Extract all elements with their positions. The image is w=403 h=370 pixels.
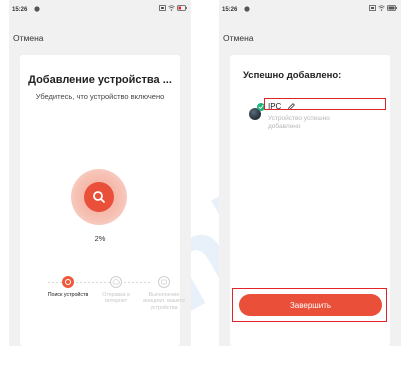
sim-icon <box>159 5 166 11</box>
search-button[interactable] <box>84 182 114 212</box>
sim-icon <box>369 5 376 11</box>
success-title: Успешно добавлено: <box>243 70 342 81</box>
step-dot-search <box>62 276 74 288</box>
cancel-link[interactable]: Отмена <box>223 33 254 43</box>
battery-icon <box>387 5 397 11</box>
finish-button[interactable]: Завершить <box>239 294 382 316</box>
step-label-send: Отправка в интернет <box>102 292 130 305</box>
status-icons <box>159 5 187 11</box>
status-icons <box>369 5 397 11</box>
step-dot-send <box>110 276 122 288</box>
status-bar: 15:26 <box>219 0 401 17</box>
notification-icon <box>244 6 250 12</box>
step-label-init: Выполнение инициал. вашего устройства <box>143 292 185 311</box>
device-icon <box>161 279 167 285</box>
device-name-highlight <box>264 98 386 110</box>
adding-device-card: Добавление устройства ... Убедитесь, что… <box>20 55 185 346</box>
page-title: Добавление устройства ... <box>28 74 172 86</box>
device-status: Устройство успешно добавлено <box>268 115 330 130</box>
wifi-icon <box>378 5 385 11</box>
status-bar: 15:26 <box>9 0 191 17</box>
phone-screen-adding: 15:26 Отмена Добавление устройства ... У… <box>9 0 191 346</box>
step-label-search: Поиск устройств <box>47 292 89 298</box>
notification-icon <box>34 6 40 12</box>
cancel-link[interactable]: Отмена <box>13 33 44 43</box>
wifi-icon <box>168 5 175 11</box>
status-time: 15:26 <box>12 7 28 13</box>
search-icon <box>93 191 105 203</box>
search-progress-ring <box>71 169 127 225</box>
battery-icon <box>177 5 187 11</box>
step-dot-init <box>158 276 170 288</box>
page-subtitle: Убедитесь, что устройство включено <box>35 92 165 101</box>
cloud-icon <box>112 278 120 285</box>
progress-percent: 2% <box>94 234 106 243</box>
status-time: 15:26 <box>222 7 238 13</box>
success-card: Успешно добавлено: IPC Устройство успешн… <box>230 55 390 346</box>
phone-screen-success: 15:26 Отмена Успешно добавлено: IPC Устр… <box>219 0 401 346</box>
